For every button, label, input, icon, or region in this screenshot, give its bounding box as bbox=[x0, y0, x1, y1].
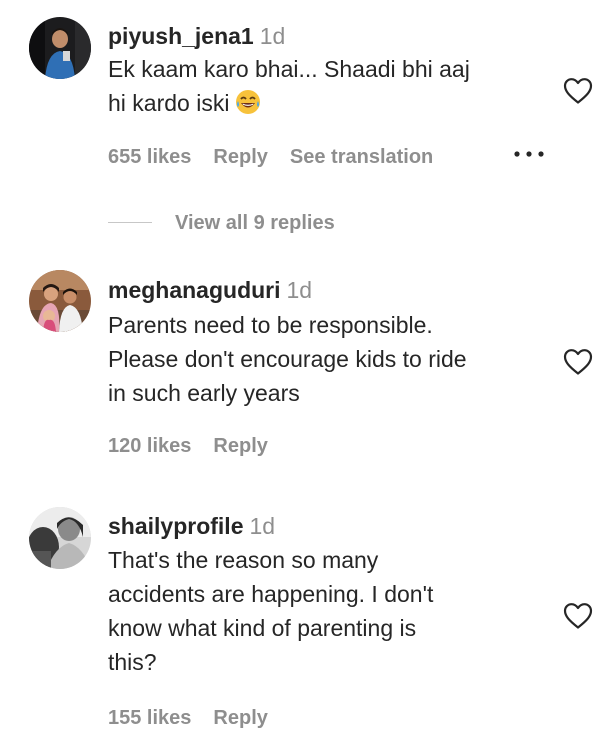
comment-line: this? bbox=[108, 649, 157, 675]
view-replies-label[interactable]: View all 9 replies bbox=[175, 209, 335, 237]
avatar[interactable] bbox=[29, 270, 91, 332]
timestamp: 1d bbox=[259, 23, 286, 49]
comment-text: That's the reason so many accidents are … bbox=[108, 543, 546, 679]
see-translation-button[interactable]: See translation bbox=[290, 144, 433, 170]
comment-text: Parents need to be responsible. Please d… bbox=[108, 308, 546, 410]
comment-actions: 120 likes Reply bbox=[108, 433, 290, 459]
comment-text: Ek kaam karo bhai... Shaadi bhi aaj hi k… bbox=[108, 52, 546, 124]
like-heart-icon[interactable] bbox=[563, 348, 593, 376]
laughing-emoji-icon bbox=[235, 89, 261, 124]
comment-header: piyush_jena1 1d bbox=[108, 21, 546, 51]
comment-line: Please don't encourage kids to ride bbox=[108, 346, 467, 372]
username[interactable]: meghanaguduri bbox=[108, 277, 281, 303]
replies-divider bbox=[108, 222, 152, 223]
reply-button[interactable]: Reply bbox=[213, 433, 267, 459]
comment-line: hi kardo iski bbox=[108, 90, 230, 116]
comment-line: Ek kaam karo bhai... Shaadi bhi aaj bbox=[108, 56, 470, 82]
like-count[interactable]: 155 likes bbox=[108, 705, 191, 731]
username[interactable]: piyush_jena1 bbox=[108, 23, 254, 49]
comment-header: meghanaguduri 1d bbox=[108, 275, 546, 305]
comment-line: accidents are happening. I don't bbox=[108, 581, 434, 607]
avatar[interactable] bbox=[29, 507, 91, 569]
username[interactable]: shailyprofile bbox=[108, 513, 243, 539]
comment-actions: 655 likes Reply See translation bbox=[108, 144, 455, 170]
reply-button[interactable]: Reply bbox=[213, 144, 267, 170]
like-heart-icon[interactable] bbox=[563, 602, 593, 630]
comment-header: shailyprofile 1d bbox=[108, 511, 546, 541]
like-count[interactable]: 655 likes bbox=[108, 144, 191, 170]
like-heart-icon[interactable] bbox=[563, 77, 593, 105]
avatar[interactable] bbox=[29, 17, 91, 79]
comment-line: That's the reason so many bbox=[108, 547, 379, 573]
comment-line: in such early years bbox=[108, 380, 300, 406]
timestamp: 1d bbox=[286, 277, 313, 303]
more-options-icon[interactable] bbox=[512, 141, 546, 174]
comment-line: know what kind of parenting is bbox=[108, 615, 417, 641]
like-count[interactable]: 120 likes bbox=[108, 433, 191, 459]
comment-line: Parents need to be responsible. bbox=[108, 312, 433, 338]
comment-actions: 155 likes Reply bbox=[108, 705, 290, 731]
reply-button[interactable]: Reply bbox=[213, 705, 267, 731]
timestamp: 1d bbox=[249, 513, 276, 539]
